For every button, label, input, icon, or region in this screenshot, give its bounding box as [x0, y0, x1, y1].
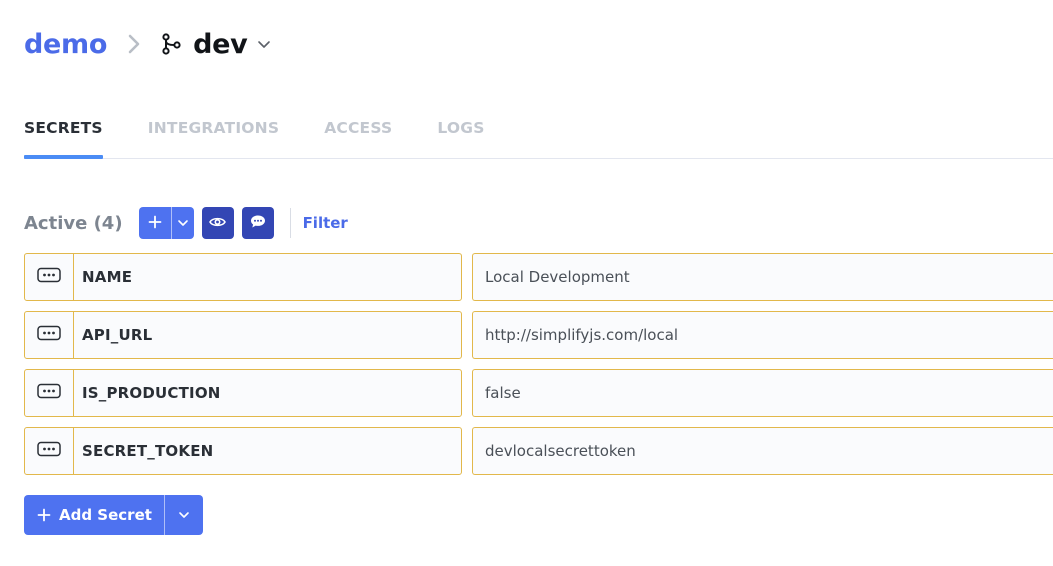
- filter-link[interactable]: Filter: [303, 214, 348, 232]
- plus-icon: [148, 214, 162, 233]
- secret-value-field[interactable]: devlocalsecrettoken: [472, 427, 1053, 475]
- tab-integrations[interactable]: INTEGRATIONS: [148, 112, 279, 158]
- toolbar-divider: [289, 208, 291, 238]
- chevron-down-icon: [177, 214, 189, 233]
- comments-button[interactable]: [241, 207, 274, 239]
- secret-key: IS_PRODUCTION: [82, 384, 221, 402]
- add-secret-dropdown[interactable]: [163, 495, 203, 535]
- row-menu-button[interactable]: [25, 254, 74, 300]
- row-menu-button[interactable]: [25, 312, 74, 358]
- add-options-dropdown[interactable]: [170, 207, 194, 239]
- secret-row: SECRET_TOKEN devlocalsecrettoken: [24, 427, 1053, 475]
- secret-value-field[interactable]: http://simplifyjs.com/local: [472, 311, 1053, 359]
- more-horizontal-icon: [37, 267, 61, 287]
- secret-key-field[interactable]: IS_PRODUCTION: [24, 369, 462, 417]
- reveal-values-button[interactable]: [201, 207, 234, 239]
- more-horizontal-icon: [37, 383, 61, 403]
- secret-row: API_URL http://simplifyjs.com/local: [24, 311, 1053, 359]
- row-menu-button[interactable]: [25, 428, 74, 474]
- secrets-toolbar: Active (4) Filter: [24, 207, 348, 239]
- tab-access[interactable]: ACCESS: [324, 112, 392, 158]
- add-secret-label: Add Secret: [59, 506, 152, 524]
- plus-icon: [37, 508, 51, 522]
- tab-logs[interactable]: LOGS: [437, 112, 484, 158]
- breadcrumb: demo dev: [24, 24, 271, 64]
- active-count-label: Active (4): [24, 212, 123, 234]
- chevron-down-icon[interactable]: [257, 37, 271, 51]
- secret-row: NAME Local Development: [24, 253, 1053, 301]
- chevron-down-icon: [178, 506, 190, 525]
- more-horizontal-icon: [37, 441, 61, 461]
- secret-value-field[interactable]: Local Development: [472, 253, 1053, 301]
- comment-icon: [250, 214, 266, 233]
- git-branch-icon: [161, 33, 181, 55]
- secret-value-field[interactable]: false: [472, 369, 1053, 417]
- project-link[interactable]: demo: [24, 29, 107, 60]
- add-split-button: [138, 207, 194, 239]
- branch-name[interactable]: dev: [193, 29, 248, 60]
- secret-key-field[interactable]: SECRET_TOKEN: [24, 427, 462, 475]
- add-secret-split-button: Add Secret: [24, 495, 203, 535]
- chevron-right-icon: [127, 33, 141, 55]
- secret-key: SECRET_TOKEN: [82, 442, 214, 460]
- secret-row: IS_PRODUCTION false: [24, 369, 1053, 417]
- add-secret-button[interactable]: Add Secret: [24, 495, 164, 535]
- add-secret-icon-button[interactable]: [139, 207, 171, 239]
- secret-key-field[interactable]: API_URL: [24, 311, 462, 359]
- tab-bar: SECRETS INTEGRATIONS ACCESS LOGS: [24, 112, 1053, 159]
- tab-secrets[interactable]: SECRETS: [24, 112, 103, 159]
- secret-key: NAME: [82, 268, 133, 286]
- secrets-list: NAME Local Development API_URL http://si…: [24, 253, 1053, 485]
- secret-key-field[interactable]: NAME: [24, 253, 462, 301]
- eye-icon: [209, 214, 226, 233]
- more-horizontal-icon: [37, 325, 61, 345]
- row-menu-button[interactable]: [25, 370, 74, 416]
- secret-key: API_URL: [82, 326, 153, 344]
